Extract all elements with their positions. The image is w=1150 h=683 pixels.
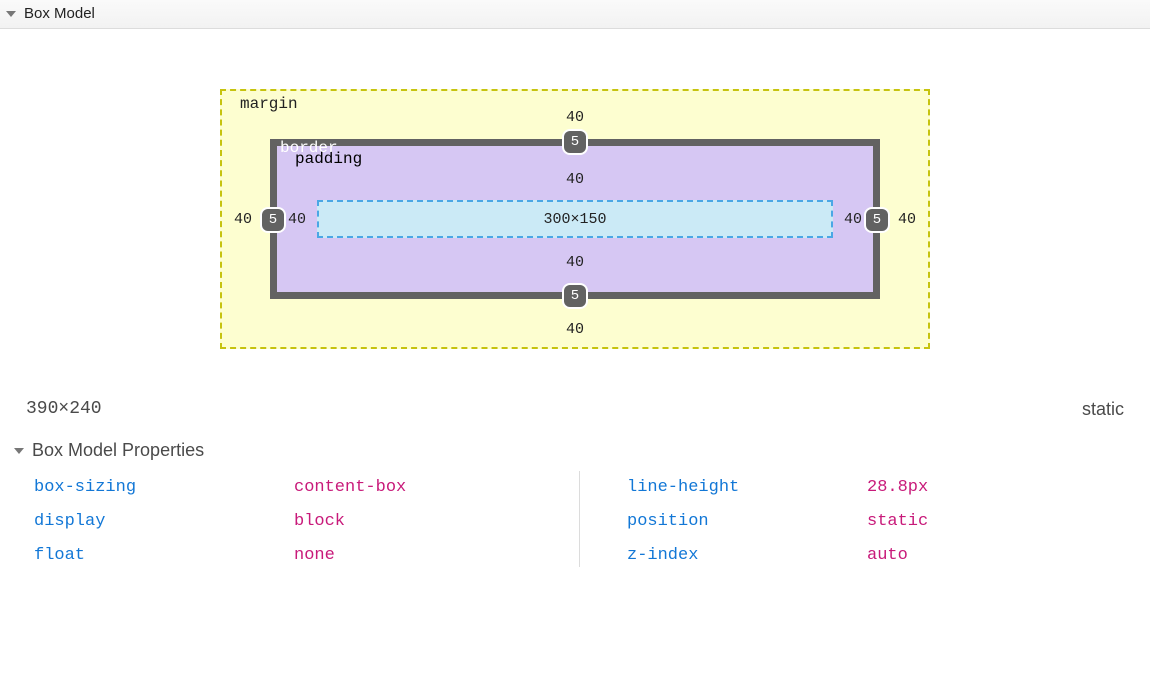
prop-value: content-box (294, 475, 406, 501)
padding-right[interactable]: 40 (844, 211, 862, 228)
content-size[interactable]: 300×150 (543, 211, 606, 228)
footprint-position: static (1082, 399, 1124, 420)
margin-top[interactable]: 40 (220, 109, 930, 126)
props-col-right: line-height 28.8px position static z-ind… (579, 471, 1130, 573)
prop-row[interactable]: box-sizing content-box (28, 471, 579, 505)
props-body: box-sizing content-box display block flo… (0, 471, 1150, 573)
props-col-left: box-sizing content-box display block flo… (28, 471, 579, 573)
margin-left[interactable]: 40 (234, 211, 252, 228)
border-label: border (280, 139, 338, 157)
content-box[interactable]: 300×150 (317, 200, 833, 238)
prop-value: static (867, 509, 928, 535)
prop-row[interactable]: float none (28, 539, 579, 573)
prop-name: box-sizing (34, 475, 294, 501)
footprint-size: 390×240 (26, 399, 102, 420)
boxmodel-diagram: margin 40 40 40 40 padding border 40 40 … (220, 89, 930, 349)
border-bottom[interactable]: 5 (564, 285, 586, 307)
margin-bottom[interactable]: 40 (220, 321, 930, 338)
column-divider (579, 471, 580, 567)
border-right[interactable]: 5 (866, 209, 888, 231)
prop-row[interactable]: display block (28, 505, 579, 539)
caret-down-icon (14, 448, 24, 454)
border-left[interactable]: 5 (262, 209, 284, 231)
border-top[interactable]: 5 (564, 131, 586, 153)
padding-top[interactable]: 40 (280, 171, 870, 188)
prop-value: none (294, 543, 335, 569)
footprint-row: 390×240 static (0, 389, 1150, 434)
props-header[interactable]: Box Model Properties (0, 434, 1150, 471)
panel-title: Box Model (24, 0, 95, 28)
prop-value: 28.8px (867, 475, 928, 501)
prop-row[interactable]: position static (579, 505, 1130, 539)
prop-name: line-height (627, 475, 867, 501)
prop-name: float (34, 543, 294, 569)
prop-row[interactable]: line-height 28.8px (579, 471, 1130, 505)
prop-name: display (34, 509, 294, 535)
padding-bottom[interactable]: 40 (280, 254, 870, 271)
prop-name: position (627, 509, 867, 535)
prop-name: z-index (627, 543, 867, 569)
margin-right[interactable]: 40 (898, 211, 916, 228)
boxmodel-diagram-container: margin 40 40 40 40 padding border 40 40 … (0, 29, 1150, 389)
props-title: Box Model Properties (32, 440, 204, 461)
padding-left[interactable]: 40 (288, 211, 306, 228)
panel-header[interactable]: Box Model (0, 0, 1150, 29)
caret-down-icon (6, 11, 16, 17)
prop-value: block (294, 509, 345, 535)
prop-value: auto (867, 543, 908, 569)
prop-row[interactable]: z-index auto (579, 539, 1130, 573)
